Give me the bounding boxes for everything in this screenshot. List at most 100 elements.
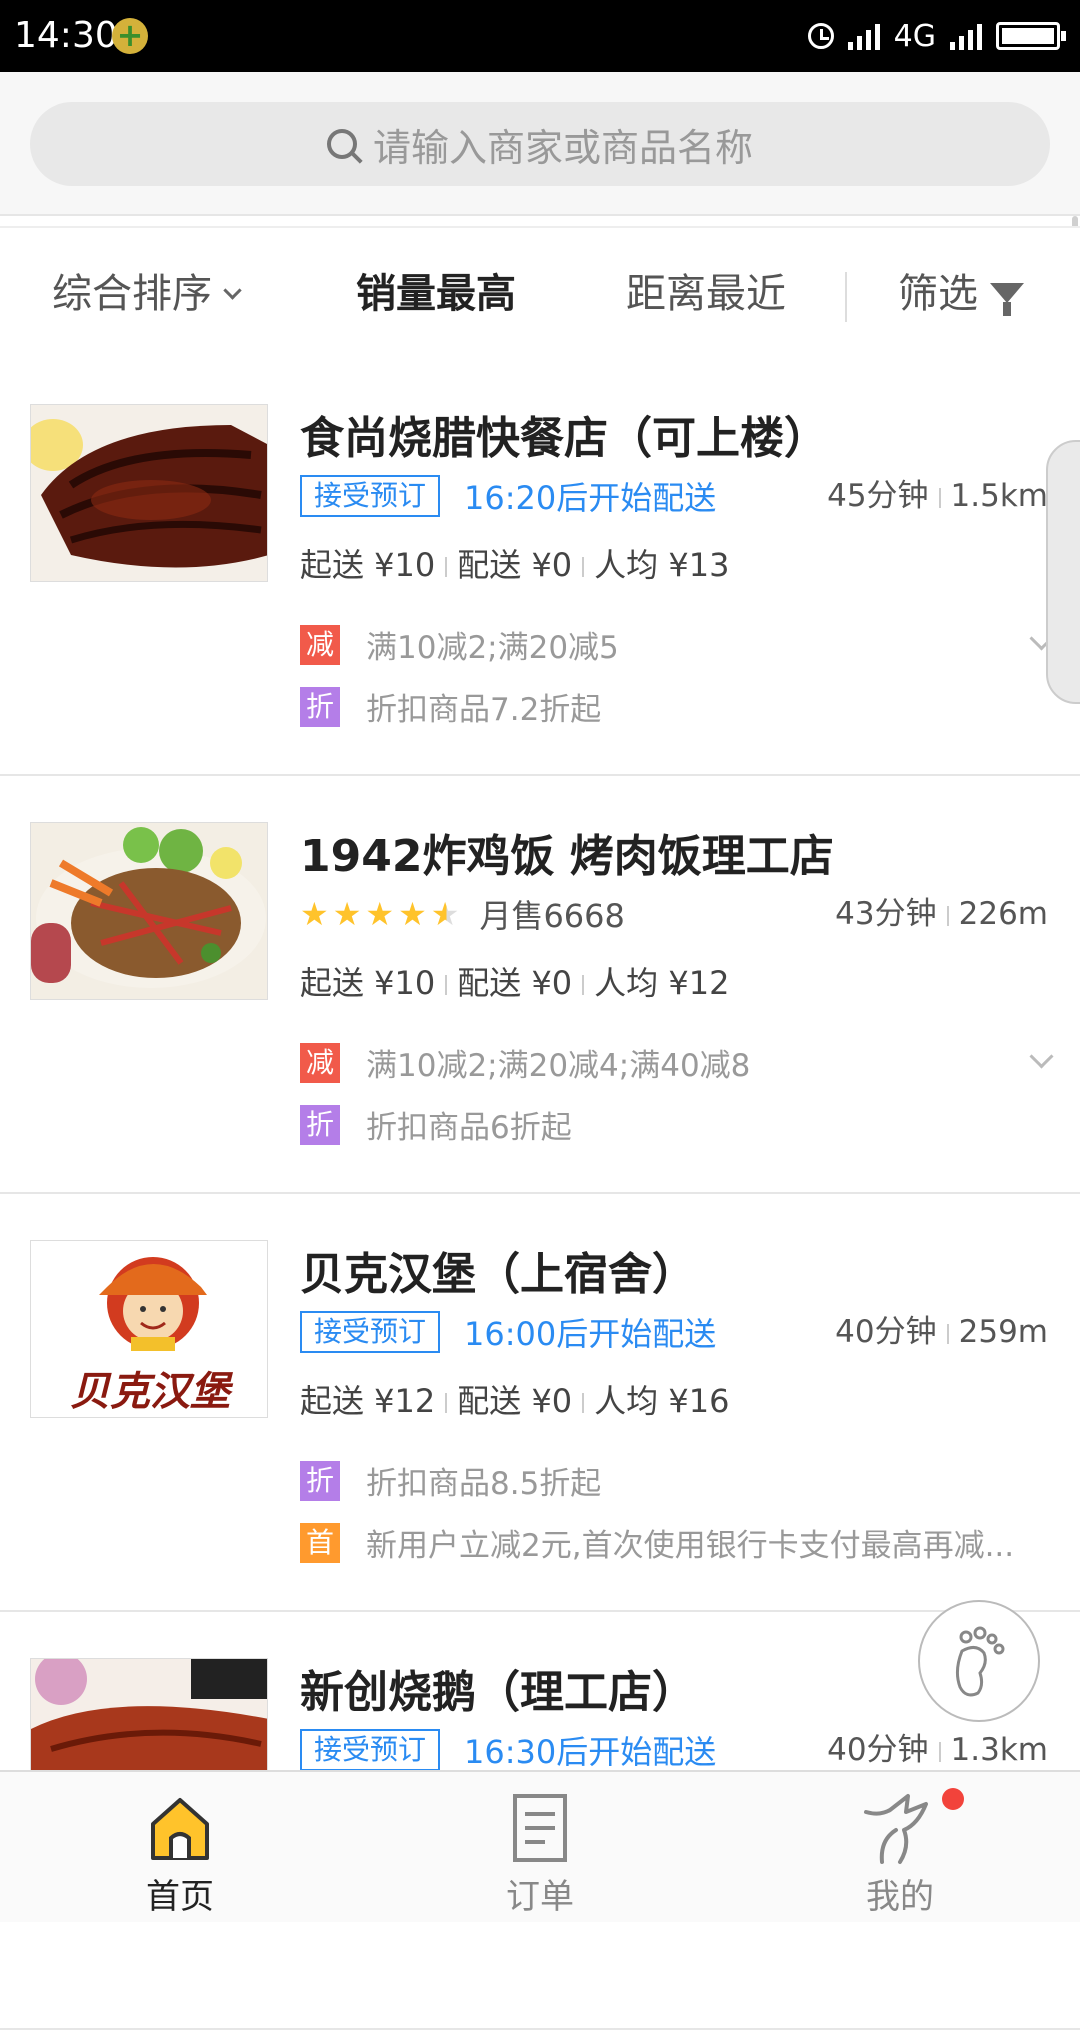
sale-badge: 折 (300, 686, 340, 727)
per-person: 人均 ¥12 (594, 964, 730, 1002)
sort-tab-distance[interactable]: 距离最近 (626, 228, 786, 360)
reserve-tag: 接受预订 (300, 475, 441, 517)
sort-bar: 综合排序 销量最高 距离最近 筛选 (0, 226, 1080, 362)
delivery-fee: 配送 ¥0 (457, 1382, 573, 1420)
distance: 1.5km (950, 478, 1048, 514)
footprint-icon (955, 1626, 1005, 1697)
sale-badge: 折 (300, 1104, 340, 1145)
promo-row: 首 新用户立减2元,首次使用银行卡支付最高再减... (300, 1520, 1014, 1565)
star-icon: ★ (398, 895, 427, 933)
distance: 226m (958, 896, 1048, 932)
monthly-sales: 月售6668 (479, 897, 625, 935)
shop-card[interactable]: 贝克汉堡 贝克汉堡（上宿舍） 接受预订 16:00后开始配送 40分钟 259m … (0, 1194, 1080, 1612)
discount-badge: 减 (300, 1042, 340, 1083)
reserve-tag: 接受预订 (300, 1729, 441, 1771)
delivery-time: 40分钟 (827, 1732, 929, 1768)
promo-row: 折 折扣商品8.5折起 (300, 1458, 601, 1503)
half-star-icon: ★ (430, 895, 460, 933)
nav-profile[interactable]: 我的 (800, 1772, 1000, 1922)
shop-name: 贝克汉堡（上宿舍） (300, 1249, 696, 1300)
delivery-time: 40分钟 (835, 1314, 937, 1350)
delivery-start-time: 16:20后开始配送 (464, 479, 717, 517)
sale-badge: 折 (300, 1460, 340, 1501)
shop-status-row: 接受预订 16:00后开始配送 (300, 1310, 716, 1354)
per-person: 人均 ¥13 (594, 546, 730, 584)
shop-logo: 贝克汉堡 (30, 1240, 268, 1418)
shop-eta-distance: 45分钟 1.5km (827, 474, 1048, 518)
shop-status-row: 接受预订 16:20后开始配送 (300, 474, 716, 518)
shop-fees: 起送 ¥10 配送 ¥0 人均 ¥13 (300, 540, 729, 586)
logo-text: 贝克汉堡 (70, 1368, 230, 1415)
per-person: 人均 ¥16 (594, 1382, 730, 1420)
promo-row: 减 满10减2;满20减5 (300, 622, 619, 667)
promo-row: 减 满10减2;满20减4;满40减8 (300, 1040, 750, 1085)
promo-text: 折扣商品7.2折起 (366, 692, 602, 728)
shop-eta-distance: 40分钟 1.3km (827, 1728, 1048, 1772)
shop-rating-row: ★ ★ ★ ★ ★ 月售6668 (300, 892, 625, 936)
distance: 1.3km (950, 1732, 1048, 1768)
promo-text: 折扣商品8.5折起 (366, 1466, 602, 1502)
nav-home[interactable]: 首页 (80, 1772, 280, 1922)
shop-image (30, 404, 268, 582)
profile-icon (864, 1794, 928, 1864)
promo-row: 折 折扣商品6折起 (300, 1102, 572, 1147)
shop-name: 1942炸鸡饭 烤肉饭理工店 (300, 831, 834, 882)
delivery-start-time: 16:30后开始配送 (464, 1733, 717, 1771)
edge-drawer-handle[interactable] (1046, 440, 1080, 704)
nav-label: 我的 (866, 1877, 934, 1917)
sort-tab-sales[interactable]: 销量最高 (356, 228, 516, 360)
promo-row: 折 折扣商品7.2折起 (300, 684, 601, 729)
status-time: 14:30 (14, 15, 118, 56)
delivery-fee: 配送 ¥0 (457, 546, 573, 584)
chevron-down-icon (223, 281, 242, 300)
nav-label: 首页 (146, 1877, 214, 1917)
notification-dot (942, 1788, 964, 1810)
delivery-time: 43分钟 (835, 896, 937, 932)
discount-badge: 减 (300, 624, 340, 665)
home-icon (151, 1798, 209, 1860)
shop-image (30, 822, 268, 1000)
delivery-start-time: 16:00后开始配送 (464, 1315, 717, 1353)
shop-card[interactable]: 1942炸鸡饭 烤肉饭理工店 ★ ★ ★ ★ ★ 月售6668 43分钟 226m… (0, 776, 1080, 1194)
network-type: 4G (893, 18, 936, 54)
promo-text: 满10减2;满20减4;满40减8 (366, 1048, 751, 1084)
shop-eta-distance: 43分钟 226m (835, 892, 1048, 936)
distance: 259m (958, 1314, 1048, 1350)
reserve-tag: 接受预订 (300, 1311, 441, 1353)
battery-icon (996, 22, 1066, 50)
shop-card[interactable]: 食尚烧腊快餐店（可上楼） 接受预订 16:20后开始配送 45分钟 1.5km 起… (0, 358, 1080, 776)
search-placeholder: 请输入商家或商品名称 (372, 125, 753, 170)
expand-chevron-icon[interactable] (1029, 1044, 1054, 1069)
footprints-button[interactable] (918, 1600, 1040, 1722)
shop-fees: 起送 ¥12 配送 ¥0 人均 ¥16 (300, 1376, 729, 1422)
divider (845, 272, 847, 322)
shop-eta-distance: 40分钟 259m (835, 1310, 1048, 1354)
rating-stars: ★ ★ ★ ★ ★ (300, 895, 459, 933)
new-user-badge: 首 (300, 1522, 340, 1563)
promo-text: 新用户立减2元,首次使用银行卡支付最高再减... (366, 1528, 1015, 1564)
min-order: 起送 ¥10 (300, 964, 436, 1002)
filter-label: 筛选 (898, 271, 978, 317)
sort-tab-label: 综合排序 (52, 271, 212, 317)
shop-status-row: 接受预订 16:30后开始配送 (300, 1728, 716, 1772)
search-icon (326, 129, 357, 159)
filter-button[interactable]: 筛选 (898, 228, 1024, 360)
filter-icon (990, 283, 1024, 316)
shop-fees: 起送 ¥10 配送 ¥0 人均 ¥12 (300, 958, 729, 1004)
star-icon: ★ (332, 895, 362, 933)
min-order: 起送 ¥10 (300, 546, 436, 584)
status-bar: 14:30 + 4G (0, 0, 1080, 72)
sort-tab-comprehensive[interactable]: 综合排序 (52, 228, 242, 360)
shop-name: 新创烧鹅（理工店） (300, 1667, 696, 1718)
search-header: 请输入商家或商品名称 (0, 72, 1080, 216)
search-input[interactable]: 请输入商家或商品名称 (30, 102, 1050, 186)
star-icon: ★ (365, 895, 395, 933)
shop-name: 食尚烧腊快餐店（可上楼） (300, 413, 828, 464)
promo-text: 折扣商品6折起 (366, 1110, 572, 1146)
star-icon: ★ (300, 895, 329, 933)
notification-plus-icon: + (112, 18, 148, 54)
bottom-nav: 首页 订单 我的 (0, 1770, 1080, 1922)
nav-orders[interactable]: 订单 (440, 1772, 640, 1922)
promo-text: 满10减2;满20减5 (366, 630, 619, 666)
min-order: 起送 ¥12 (300, 1382, 436, 1420)
